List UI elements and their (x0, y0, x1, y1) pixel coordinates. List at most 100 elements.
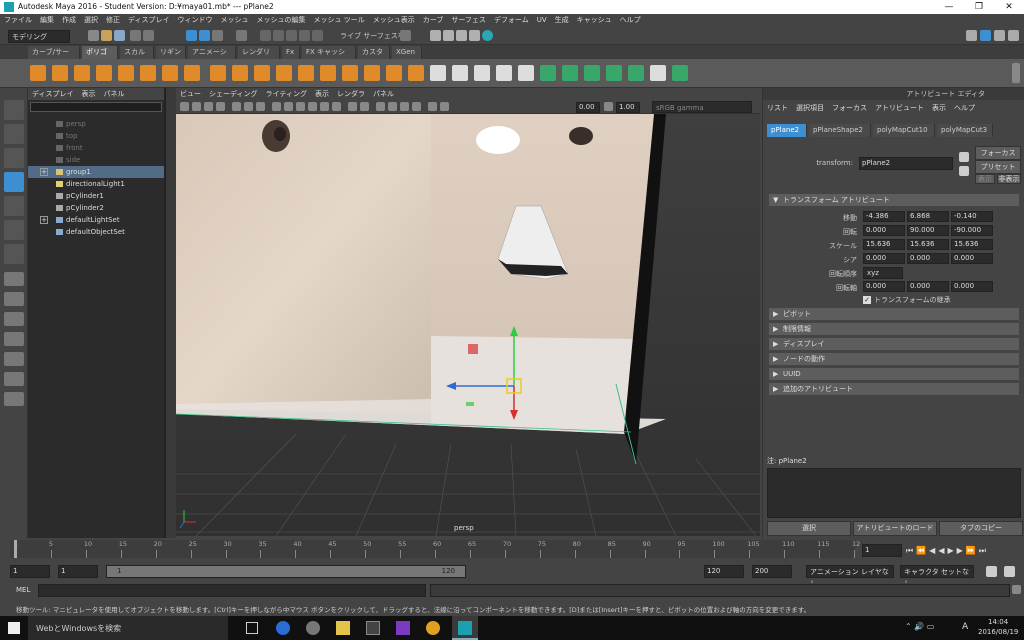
shadows-icon[interactable] (332, 102, 341, 111)
scale-tool-icon[interactable] (4, 220, 24, 240)
modeling-toolkit-icon[interactable] (966, 30, 977, 41)
windows-start-icon[interactable] (8, 622, 20, 634)
persp-graph-layout-icon[interactable] (4, 332, 24, 346)
depth-of-field-icon[interactable] (412, 102, 421, 111)
transform-value-field[interactable]: 15.636 (951, 239, 993, 250)
motion-blur-icon[interactable] (388, 102, 397, 111)
go-output-icon[interactable] (959, 166, 969, 176)
paint-select-tool-icon[interactable] (4, 148, 24, 168)
menu-item[interactable]: メッシュ ツール (310, 14, 369, 27)
shelf-tab[interactable]: FX キャッシング (302, 46, 356, 69)
anim-prefs-icon[interactable] (1004, 566, 1015, 577)
cylindrical-map-icon[interactable] (562, 65, 578, 81)
uv-editor-icon[interactable] (628, 65, 644, 81)
smooth-icon[interactable] (254, 65, 270, 81)
attr-bottom-button[interactable]: タブのコピー (939, 521, 1023, 536)
time-slider[interactable]: 1510152025303540455055606570758085909510… (10, 540, 860, 558)
menu-item[interactable]: 修正 (102, 14, 124, 27)
menu-item[interactable]: ファイル (0, 14, 36, 27)
outliner-menu-item[interactable]: パネル (104, 88, 125, 100)
rotate-tool-icon[interactable] (4, 196, 24, 216)
attr-section[interactable]: ▶ ノードの動作 (769, 353, 1019, 365)
viewport-menu-item[interactable]: パネル (373, 88, 394, 100)
menu-item[interactable]: ディスプレイ (124, 14, 174, 27)
start-time-field[interactable]: 1 (10, 565, 50, 578)
cut-uv-icon[interactable] (672, 65, 688, 81)
persp-outliner-layout-icon[interactable] (4, 352, 24, 366)
append-icon[interactable] (408, 65, 424, 81)
image-plane-icon[interactable] (216, 102, 225, 111)
show-button[interactable]: 表示 (975, 174, 995, 184)
current-frame-field[interactable]: 1 (862, 544, 902, 557)
snap-surface-icon[interactable] (312, 30, 323, 41)
render-view-icon[interactable] (482, 30, 493, 41)
viewport-menu-item[interactable]: 表示 (315, 88, 329, 100)
step-forward-frame-icon[interactable]: ▶ (957, 546, 963, 555)
maximize-button[interactable]: ❐ (964, 0, 994, 14)
attr-section[interactable]: ▶ UUID (769, 368, 1019, 380)
range-end-field[interactable]: 120 (704, 565, 744, 578)
channel-box-icon[interactable] (1008, 30, 1019, 41)
transform-value-field[interactable]: 6.868 (907, 211, 949, 222)
menu-item[interactable]: 作成 (58, 14, 80, 27)
outliner-item[interactable]: front (28, 142, 164, 154)
viewport-menu-item[interactable]: ビュー (180, 88, 201, 100)
rotate-order-dropdown[interactable]: xyz (863, 267, 903, 279)
outliner-item[interactable]: + defaultLightSet (28, 214, 164, 226)
grid-icon[interactable] (232, 102, 241, 111)
ime-indicator[interactable]: A (962, 622, 968, 632)
outliner-item[interactable]: side (28, 154, 164, 166)
hide-button[interactable]: 非表示 (997, 174, 1021, 184)
poly-sphere-icon[interactable] (30, 65, 46, 81)
connect-icon[interactable] (474, 65, 490, 81)
textured-icon[interactable] (308, 102, 317, 111)
outliner-item[interactable]: directionalLight1 (28, 178, 164, 190)
spherical-map-icon[interactable] (584, 65, 600, 81)
xray-icon[interactable] (348, 102, 357, 111)
automatic-map-icon[interactable] (606, 65, 622, 81)
center-pivot-icon[interactable] (518, 65, 534, 81)
outliner-persp-layout-icon[interactable] (4, 372, 24, 386)
step-back-key-icon[interactable]: ⏪ (916, 546, 926, 555)
smooth-shade-icon[interactable] (284, 102, 293, 111)
perspective-viewport[interactable]: persp (176, 114, 760, 536)
poly-cylinder-icon[interactable] (74, 65, 90, 81)
menu-item[interactable]: キャッシュ (573, 14, 616, 27)
combine-icon[interactable] (210, 65, 226, 81)
focus-button[interactable]: フォーカス (975, 146, 1021, 160)
menu-item[interactable]: 選択 (80, 14, 102, 27)
menu-item[interactable]: 生成 (551, 14, 573, 27)
transform-attributes-section[interactable]: ▼ トランスフォーム アトリビュート (769, 194, 1019, 206)
menu-item[interactable]: メッシュの編集 (253, 14, 310, 27)
shelf-menu-icon[interactable] (1012, 63, 1020, 83)
quad-draw-icon[interactable] (496, 65, 512, 81)
viewport-menu-item[interactable]: ライティング (266, 88, 307, 100)
preset-button[interactable]: プリセット (975, 160, 1021, 174)
camera-attrs-icon[interactable] (192, 102, 201, 111)
planar-map-icon[interactable] (540, 65, 556, 81)
end-time-field[interactable]: 200 (752, 565, 792, 578)
play-backward-icon[interactable]: ◀ (938, 546, 944, 555)
poly-plane-icon[interactable] (118, 65, 134, 81)
film-gate-icon[interactable] (244, 102, 253, 111)
close-button[interactable]: ✕ (994, 0, 1024, 14)
transform-value-field[interactable]: -0.140 (951, 211, 993, 222)
checker-icon[interactable] (650, 65, 666, 81)
transform-value-field[interactable]: 0.000 (863, 253, 905, 264)
auto-key-icon[interactable] (986, 566, 997, 577)
ambient-occlusion-icon[interactable] (376, 102, 385, 111)
tool-settings-icon[interactable] (994, 30, 1005, 41)
xray-joints-icon[interactable] (360, 102, 369, 111)
attr-menu-item[interactable]: ヘルプ (954, 103, 975, 113)
step-forward-key-icon[interactable]: ⏩ (966, 546, 976, 555)
wireframe-on-shaded-icon[interactable] (296, 102, 305, 111)
render-settings-icon[interactable] (456, 30, 467, 41)
attr-section[interactable]: ▶ ピボット (769, 308, 1019, 320)
inherit-checkbox[interactable]: ✓ (863, 296, 871, 304)
ipr-render-icon[interactable] (443, 30, 454, 41)
extrude-icon[interactable] (320, 65, 336, 81)
attr-section[interactable]: ▶ 制限情報 (769, 323, 1019, 335)
bevel-icon[interactable] (364, 65, 380, 81)
shelf-tab[interactable]: リギング (156, 46, 186, 69)
poly-cube-icon[interactable] (52, 65, 68, 81)
